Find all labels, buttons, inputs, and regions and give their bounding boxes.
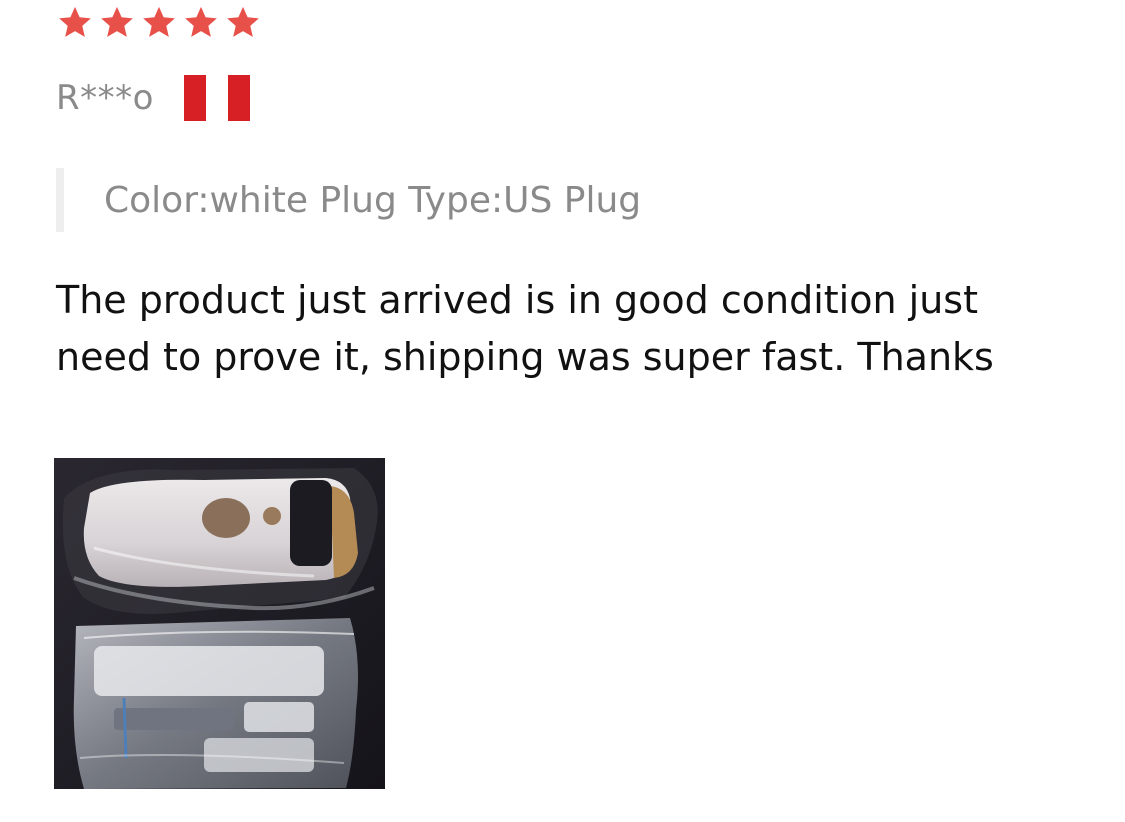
star-icon bbox=[182, 4, 220, 42]
flag-stripe-right bbox=[227, 75, 250, 121]
star-icon bbox=[140, 4, 178, 42]
sku-info-text: Color:white Plug Type:US Plug bbox=[104, 179, 642, 221]
sku-info-block: Color:white Plug Type:US Plug bbox=[56, 168, 641, 232]
review-photo-thumbnail[interactable] bbox=[54, 458, 385, 789]
reviewer-name: R***o bbox=[56, 78, 154, 118]
review-photo-image bbox=[54, 458, 385, 789]
review-card: R***o Color:white Plug Type:US Plug The … bbox=[0, 0, 1125, 822]
review-text: The product just arrived is in good cond… bbox=[56, 278, 994, 379]
flag-stripe-left bbox=[183, 75, 206, 121]
flag-stripe-center bbox=[205, 75, 228, 121]
reviewer-info: R***o bbox=[56, 72, 250, 124]
country-flag-icon bbox=[183, 75, 250, 121]
star-icon bbox=[56, 4, 94, 42]
star-icon bbox=[98, 4, 136, 42]
star-icon bbox=[224, 4, 262, 42]
star-rating bbox=[56, 4, 262, 44]
